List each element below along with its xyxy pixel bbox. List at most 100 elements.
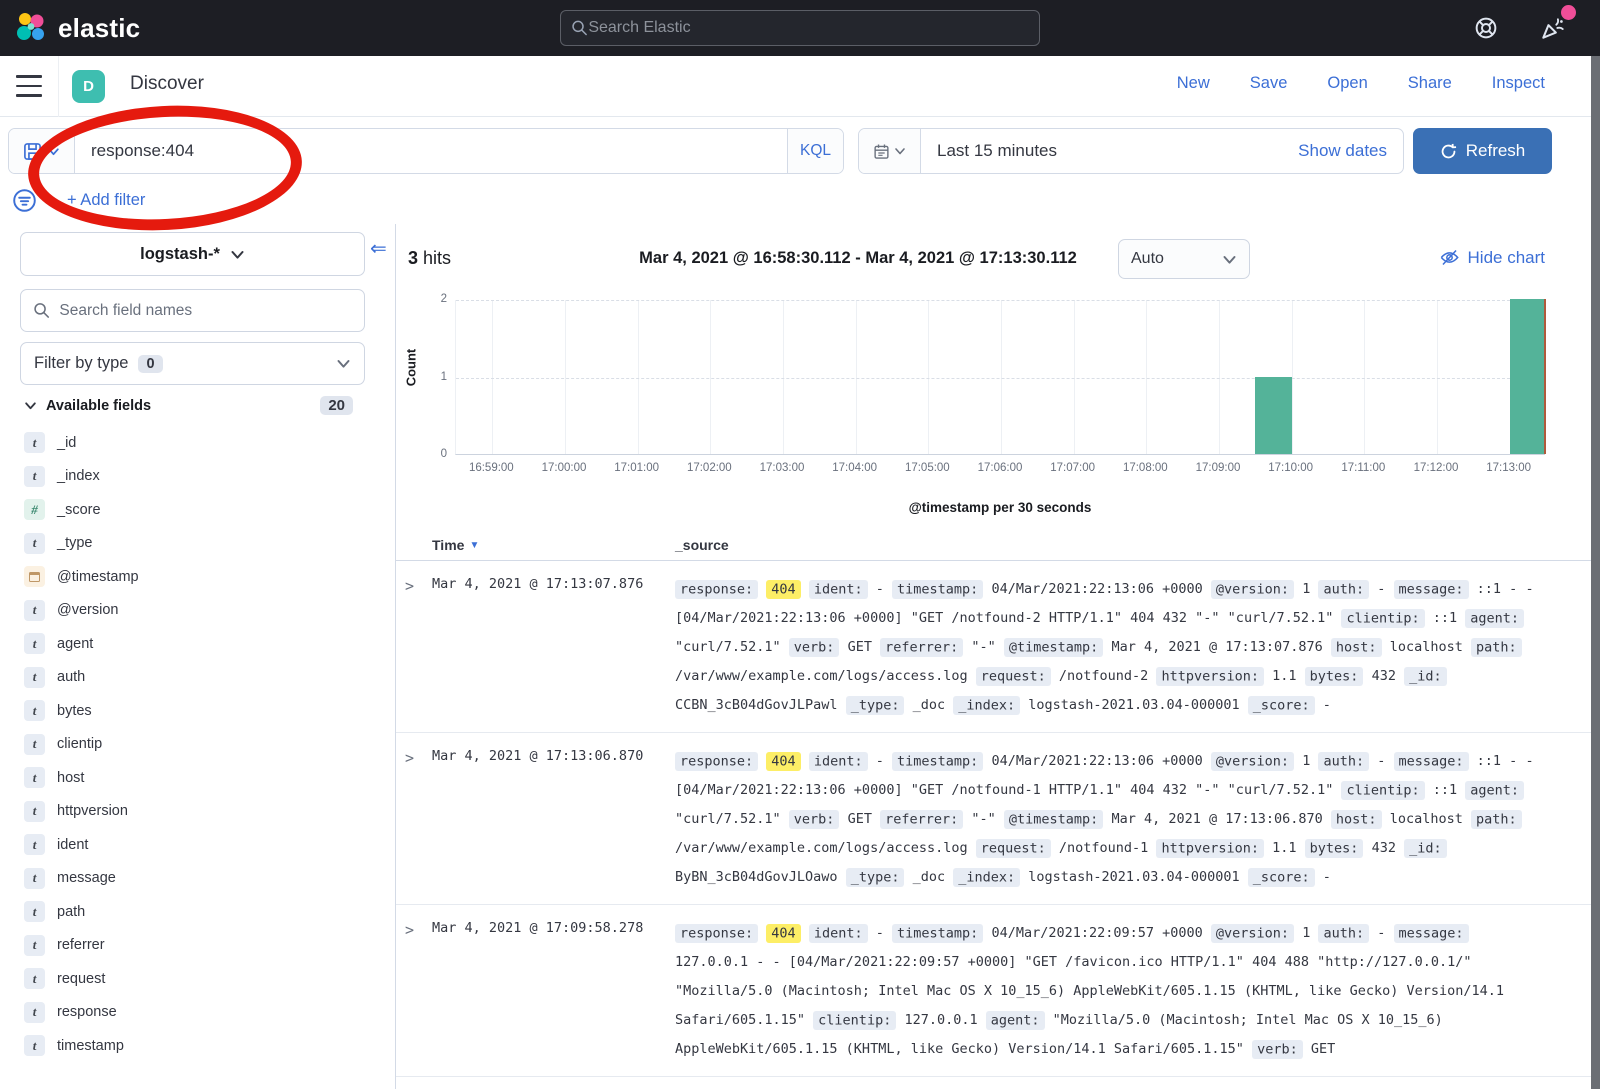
text-field-icon: t [24, 633, 45, 654]
expand-row-icon[interactable]: > [405, 577, 414, 595]
field-name-chip: clientip: [813, 1011, 896, 1030]
field-name-chip: path: [1471, 810, 1522, 829]
field-name-chip: response: [675, 752, 758, 771]
search-icon [571, 19, 588, 37]
histogram-bar[interactable] [1510, 299, 1546, 454]
global-search[interactable] [560, 10, 1040, 46]
help-icon[interactable] [1473, 15, 1499, 41]
add-filter-button[interactable]: + Add filter [67, 191, 145, 210]
field-item-auth[interactable]: tauth [24, 661, 369, 695]
expand-row-icon[interactable]: > [405, 921, 414, 939]
filter-by-type-select[interactable]: Filter by type 0 [20, 342, 365, 385]
global-search-input[interactable] [588, 19, 1029, 37]
query-input-wrap [75, 129, 787, 173]
field-item-_index[interactable]: t _index [24, 460, 369, 494]
row-source: response: 404 ident: - timestamp: 04/Mar… [675, 747, 1547, 892]
table-row: >Mar 4, 2021 @ 17:13:07.876response: 404… [396, 561, 1592, 733]
field-name-chip: _id: [1404, 667, 1447, 686]
field-item-referrer[interactable]: treferrer [24, 929, 369, 963]
table-header: Time▼ _source [396, 535, 1592, 561]
appbar-action-new[interactable]: New [1177, 74, 1210, 93]
menu-icon[interactable] [16, 75, 42, 97]
index-pattern-select[interactable]: logstash-* [20, 232, 365, 276]
field-name-chip: timestamp: [892, 924, 983, 943]
collapse-sidebar-icon[interactable]: ⇐ [370, 236, 387, 261]
field-item-request[interactable]: trequest [24, 962, 369, 996]
field-item-@timestamp[interactable]: @timestamp [24, 560, 369, 594]
query-language-button[interactable]: KQL [787, 129, 843, 173]
text-field-icon: t [24, 968, 45, 989]
field-item-timestamp[interactable]: ttimestamp [24, 1029, 369, 1063]
appbar-action-share[interactable]: Share [1408, 74, 1452, 93]
field-item-_id[interactable]: t_id [24, 426, 369, 460]
field-name-chip: httpversion: [1156, 839, 1264, 858]
appbar-action-inspect[interactable]: Inspect [1492, 74, 1545, 93]
x-tick-label: 17:02:00 [674, 462, 744, 474]
field-item-httpversion[interactable]: thttpversion [24, 795, 369, 829]
field-name-chip: agent: [1465, 781, 1524, 800]
field-item-agent[interactable]: tagent [24, 627, 369, 661]
fields-list: t_idt_index#_scoret_type@timestampt@vers… [24, 426, 369, 1063]
filter-by-type-count: 0 [138, 355, 162, 373]
field-item-bytes[interactable]: tbytes [24, 694, 369, 728]
time-range-value[interactable]: Last 15 minutes [937, 141, 1298, 161]
field-name-chip: _score: [1248, 868, 1315, 887]
field-search-input[interactable] [59, 302, 352, 320]
field-item-_score[interactable]: #_score [24, 493, 369, 527]
field-item-_type[interactable]: t_type [24, 527, 369, 561]
x-tick-label: 17:07:00 [1038, 462, 1108, 474]
field-item-clientip[interactable]: tclientip [24, 728, 369, 762]
show-dates-button[interactable]: Show dates [1298, 141, 1387, 161]
field-item-host[interactable]: thost [24, 761, 369, 795]
field-item-@version[interactable]: t@version [24, 594, 369, 628]
text-field-icon: t [24, 466, 45, 487]
available-fields-header[interactable]: Available fields 20 [24, 396, 365, 415]
appbar-action-save[interactable]: Save [1250, 74, 1288, 93]
field-name-chip: @timestamp: [1004, 638, 1103, 657]
field-name-chip: bytes: [1305, 667, 1364, 686]
field-name: referrer [57, 937, 105, 953]
column-header-time[interactable]: Time▼ [432, 537, 479, 553]
index-pattern-label: logstash-* [140, 245, 220, 264]
histogram-chart[interactable] [455, 300, 1545, 455]
row-time: Mar 4, 2021 @ 17:13:06.870 [432, 748, 643, 764]
field-name-chip: @version: [1211, 580, 1294, 599]
text-field-icon: t [24, 767, 45, 788]
document-table: >Mar 4, 2021 @ 17:13:07.876response: 404… [396, 561, 1592, 1077]
hide-chart-button[interactable]: Hide chart [1439, 247, 1545, 268]
brand-name: elastic [58, 13, 140, 44]
vertical-scrollbar[interactable] [1591, 56, 1600, 1089]
news-feed-icon[interactable] [1539, 15, 1566, 42]
refresh-button[interactable]: Refresh [1413, 128, 1552, 174]
date-picker: Last 15 minutes Show dates [858, 128, 1404, 174]
field-item-ident[interactable]: tident [24, 828, 369, 862]
filter-icon[interactable] [12, 188, 37, 213]
field-item-message[interactable]: tmessage [24, 862, 369, 896]
field-name: _index [57, 468, 100, 484]
discover-app-badge[interactable]: D [72, 70, 105, 103]
elastic-logo[interactable]: elastic [14, 11, 140, 45]
app-header: D Discover NewSaveOpenShareInspect [0, 56, 1600, 117]
field-item-path[interactable]: tpath [24, 895, 369, 929]
field-name-chip: httpversion: [1156, 667, 1264, 686]
field-name-chip: verb: [789, 810, 840, 829]
quick-select-menu-button[interactable] [859, 129, 921, 173]
text-field-icon: t [24, 1002, 45, 1023]
chart-time-range: Mar 4, 2021 @ 16:58:30.112 - Mar 4, 2021… [598, 249, 1118, 268]
expand-row-icon[interactable]: > [405, 749, 414, 767]
field-name-chip: host: [1331, 638, 1382, 657]
chevron-down-icon [47, 145, 60, 158]
highlighted-value: 404 [766, 580, 800, 599]
field-name: ident [57, 837, 88, 853]
interval-select[interactable]: Auto [1118, 239, 1250, 279]
text-field-icon: t [24, 667, 45, 688]
field-name: _type [57, 535, 92, 551]
field-name-chip: clientip: [1341, 609, 1424, 628]
elastic-logo-icon [14, 11, 48, 45]
appbar-action-open[interactable]: Open [1327, 74, 1367, 93]
top-navbar: elastic [0, 0, 1600, 56]
histogram-bar[interactable] [1255, 377, 1291, 455]
field-item-response[interactable]: tresponse [24, 996, 369, 1030]
saved-query-menu-button[interactable] [9, 129, 75, 173]
query-input[interactable] [91, 141, 771, 161]
